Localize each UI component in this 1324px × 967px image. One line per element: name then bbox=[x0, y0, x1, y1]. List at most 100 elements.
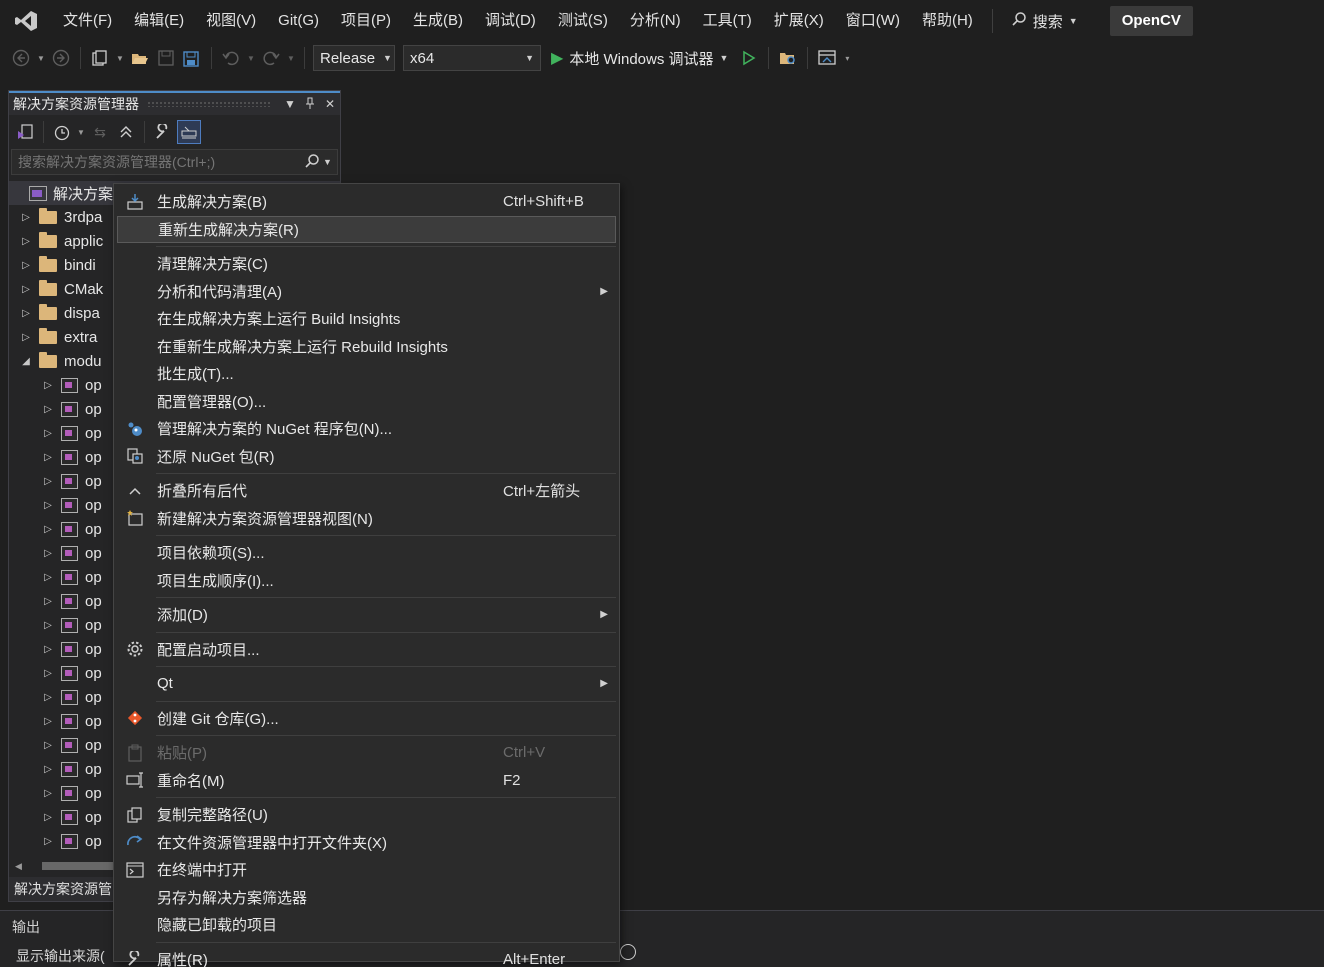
collapsed-arrow-icon[interactable]: ▷ bbox=[41, 476, 55, 487]
context-menu-item[interactable]: 隐藏已卸载的项目 bbox=[117, 911, 616, 939]
search-icon[interactable] bbox=[301, 153, 323, 172]
context-menu-item[interactable]: 在重新生成解决方案上运行 Rebuild Insights bbox=[117, 333, 616, 361]
collapsed-arrow-icon[interactable]: ▷ bbox=[41, 380, 55, 391]
chevron-down-icon[interactable]: ▼ bbox=[36, 54, 46, 63]
close-icon[interactable]: ✕ bbox=[320, 97, 340, 111]
expanded-arrow-icon[interactable]: ◢ bbox=[19, 356, 33, 367]
chevron-down-icon[interactable]: ▼ bbox=[720, 53, 729, 63]
find-in-files-icon[interactable] bbox=[777, 47, 799, 69]
undo-icon[interactable] bbox=[220, 47, 242, 69]
chevron-down-icon[interactable]: ▼ bbox=[286, 54, 296, 63]
collapsed-arrow-icon[interactable]: ▷ bbox=[41, 788, 55, 799]
search-button[interactable]: 搜索 ▼ bbox=[1003, 11, 1086, 32]
context-menu-item[interactable]: 分析和代码清理(A) ▶ bbox=[117, 278, 616, 306]
context-menu-item[interactable]: 配置启动项目... bbox=[117, 636, 616, 664]
collapsed-arrow-icon[interactable]: ▷ bbox=[19, 308, 33, 319]
collapsed-arrow-icon[interactable]: ▷ bbox=[41, 644, 55, 655]
collapsed-arrow-icon[interactable]: ▷ bbox=[41, 692, 55, 703]
collapse-all-icon[interactable] bbox=[114, 120, 138, 144]
collapsed-arrow-icon[interactable]: ▷ bbox=[41, 572, 55, 583]
pin-icon[interactable] bbox=[300, 97, 320, 112]
collapsed-arrow-icon[interactable]: ▷ bbox=[19, 212, 33, 223]
context-menu-item[interactable]: 在终端中打开 bbox=[117, 856, 616, 884]
menu-item[interactable]: 编辑(E) bbox=[123, 0, 195, 42]
chevron-down-icon[interactable]: ▼ bbox=[115, 54, 125, 63]
collapsed-arrow-icon[interactable]: ▷ bbox=[41, 812, 55, 823]
collapsed-arrow-icon[interactable]: ▷ bbox=[41, 836, 55, 847]
save-icon[interactable] bbox=[155, 47, 177, 69]
collapsed-arrow-icon[interactable]: ▷ bbox=[41, 740, 55, 751]
collapsed-arrow-icon[interactable]: ▷ bbox=[41, 500, 55, 511]
menu-item[interactable]: 视图(V) bbox=[195, 0, 267, 42]
title-grip[interactable] bbox=[147, 101, 272, 107]
pending-changes-filter-icon[interactable] bbox=[50, 120, 74, 144]
menu-item[interactable]: 生成(B) bbox=[402, 0, 474, 42]
chevron-down-icon[interactable]: ▼ bbox=[76, 128, 86, 137]
menu-item[interactable]: 窗口(W) bbox=[835, 0, 911, 42]
collapsed-arrow-icon[interactable]: ▷ bbox=[19, 332, 33, 343]
properties-wrench-icon[interactable] bbox=[151, 120, 175, 144]
platform-select[interactable]: x64 ▼ bbox=[403, 45, 541, 71]
context-menu-item[interactable]: 创建 Git 仓库(G)... bbox=[117, 705, 616, 733]
start-debugging-button[interactable]: ▶ 本地 Windows 调试器 ▼ bbox=[545, 48, 734, 69]
collapsed-arrow-icon[interactable]: ▷ bbox=[19, 260, 33, 271]
context-menu-item[interactable]: 在生成解决方案上运行 Build Insights bbox=[117, 305, 616, 333]
collapsed-arrow-icon[interactable]: ▷ bbox=[19, 284, 33, 295]
open-file-icon[interactable] bbox=[129, 47, 151, 69]
solution-name-badge[interactable]: OpenCV bbox=[1109, 6, 1193, 36]
context-menu-item[interactable]: 属性(R) Alt+Enter bbox=[117, 946, 616, 967]
chevron-down-icon[interactable]: ▼ bbox=[323, 157, 337, 167]
solution-explorer-search[interactable]: ▼ bbox=[11, 149, 338, 175]
context-menu-item[interactable]: 还原 NuGet 包(R) bbox=[117, 443, 616, 471]
navigate-forward-icon[interactable] bbox=[50, 47, 72, 69]
menu-item[interactable]: Git(G) bbox=[267, 0, 330, 42]
context-menu-item[interactable]: 清理解决方案(C) bbox=[117, 250, 616, 278]
context-menu-item[interactable]: 项目依赖项(S)... bbox=[117, 539, 616, 567]
collapsed-arrow-icon[interactable]: ▷ bbox=[41, 716, 55, 727]
configuration-select[interactable]: Release ▼ bbox=[313, 45, 395, 71]
save-all-icon[interactable] bbox=[181, 47, 203, 69]
menu-item[interactable]: 分析(N) bbox=[619, 0, 692, 42]
collapsed-arrow-icon[interactable]: ▷ bbox=[41, 452, 55, 463]
collapsed-arrow-icon[interactable]: ▷ bbox=[41, 668, 55, 679]
navigate-back-icon[interactable] bbox=[10, 47, 32, 69]
switch-views-icon[interactable] bbox=[13, 120, 37, 144]
collapsed-arrow-icon[interactable]: ▷ bbox=[41, 404, 55, 415]
sync-with-active-document-icon[interactable]: ⇆ bbox=[88, 120, 112, 144]
toolbar-options-icon[interactable]: ▾ bbox=[842, 54, 852, 63]
start-without-debugging-icon[interactable] bbox=[738, 47, 760, 69]
scroll-left-icon[interactable]: ◀ bbox=[15, 861, 22, 872]
menu-item[interactable]: 扩展(X) bbox=[763, 0, 835, 42]
menu-item[interactable]: 文件(F) bbox=[52, 0, 123, 42]
context-menu-item[interactable]: 项目生成顺序(I)... bbox=[117, 567, 616, 595]
menu-item[interactable]: 项目(P) bbox=[330, 0, 402, 42]
collapsed-arrow-icon[interactable]: ▷ bbox=[41, 548, 55, 559]
collapsed-arrow-icon[interactable]: ▷ bbox=[41, 428, 55, 439]
collapsed-arrow-icon[interactable]: ▷ bbox=[41, 620, 55, 631]
menu-item[interactable]: 帮助(H) bbox=[911, 0, 984, 42]
new-project-icon[interactable] bbox=[89, 47, 111, 69]
collapsed-arrow-icon[interactable]: ▷ bbox=[41, 596, 55, 607]
context-menu-item[interactable]: 重新生成解决方案(R) bbox=[117, 215, 616, 243]
context-menu-item[interactable]: 复制完整路径(U) bbox=[117, 801, 616, 829]
context-menu-item[interactable]: 生成解决方案(B) Ctrl+Shift+B bbox=[117, 188, 616, 216]
preview-selected-items-icon[interactable] bbox=[177, 120, 201, 144]
window-position-dropdown-icon[interactable]: ▼ bbox=[280, 97, 300, 111]
context-menu-item[interactable]: 管理解决方案的 NuGet 程序包(N)... bbox=[117, 415, 616, 443]
browser-link-icon[interactable] bbox=[816, 47, 838, 69]
collapsed-arrow-icon[interactable]: ▷ bbox=[19, 236, 33, 247]
collapsed-arrow-icon[interactable]: ▷ bbox=[41, 764, 55, 775]
clock-icon[interactable] bbox=[620, 944, 636, 960]
menu-item[interactable]: 测试(S) bbox=[547, 0, 619, 42]
context-menu-item[interactable]: 另存为解决方案筛选器 bbox=[117, 884, 616, 912]
redo-icon[interactable] bbox=[260, 47, 282, 69]
chevron-down-icon[interactable]: ▼ bbox=[246, 54, 256, 63]
menu-item[interactable]: 调试(D) bbox=[474, 0, 547, 42]
context-menu-item[interactable]: 重命名(M) F2 bbox=[117, 767, 616, 795]
collapsed-arrow-icon[interactable]: ▷ bbox=[41, 524, 55, 535]
context-menu-item[interactable]: 添加(D) ▶ bbox=[117, 601, 616, 629]
context-menu-item[interactable]: 新建解决方案资源管理器视图(N) bbox=[117, 505, 616, 533]
menu-item[interactable]: 工具(T) bbox=[692, 0, 763, 42]
context-menu-item[interactable]: 批生成(T)... bbox=[117, 360, 616, 388]
context-menu-item[interactable]: 折叠所有后代 Ctrl+左箭头 bbox=[117, 477, 616, 505]
